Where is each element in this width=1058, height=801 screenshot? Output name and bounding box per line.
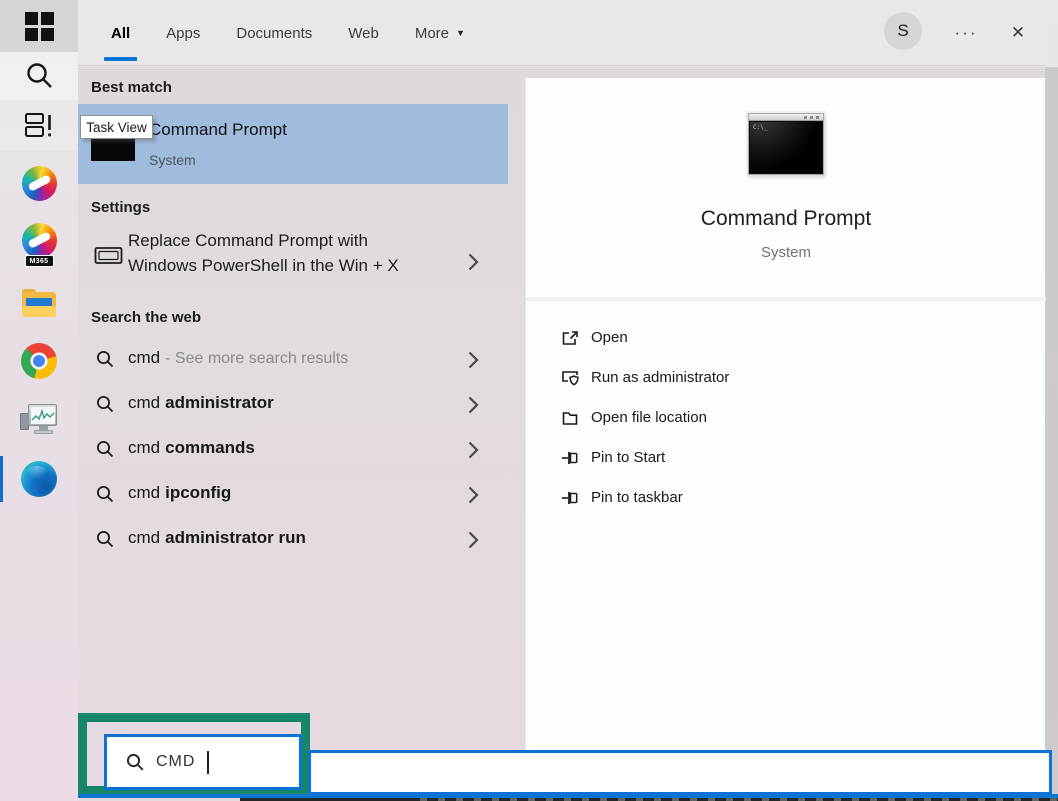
- tab-documents[interactable]: Documents: [235, 1, 313, 66]
- overflow-menu-button[interactable]: ···: [946, 0, 986, 66]
- tab-apps[interactable]: Apps: [165, 1, 201, 66]
- tab-web[interactable]: Web: [347, 1, 380, 66]
- search-input[interactable]: CMD: [104, 734, 302, 790]
- pin-icon: [560, 488, 580, 508]
- filter-tabs: All Apps Documents Web More ▼: [110, 0, 466, 66]
- action-pin-to-taskbar[interactable]: Pin to taskbar: [526, 478, 1046, 518]
- desktop-edge-strip: [1045, 67, 1058, 801]
- chevron-down-icon: ▼: [456, 28, 465, 38]
- chrome-icon: [21, 343, 57, 379]
- avatar[interactable]: S: [884, 12, 922, 50]
- admin-shield-icon: [560, 368, 580, 388]
- action-pin-to-start[interactable]: Pin to Start: [526, 438, 1046, 478]
- file-explorer-icon: [22, 289, 56, 317]
- preview-pane: C:\_ Command Prompt System Open Run as a…: [525, 78, 1045, 801]
- search-icon: [126, 753, 145, 772]
- settings-header: Settings: [91, 199, 150, 216]
- settings-device-icon: [94, 244, 124, 268]
- copilot-button[interactable]: [0, 163, 78, 203]
- web-suggestion-row[interactable]: cmdcommands: [78, 427, 508, 472]
- chevron-right-icon: [468, 486, 479, 504]
- action-run-as-administrator[interactable]: Run as administrator: [526, 358, 1046, 398]
- search-icon: [96, 440, 115, 459]
- best-match-header: Best match: [91, 79, 172, 96]
- search-icon: [96, 530, 115, 549]
- web-suggestion-row[interactable]: cmdadministrator run: [78, 517, 508, 562]
- folder-icon: [560, 408, 580, 428]
- open-icon: [560, 328, 580, 348]
- best-match-title: Command Prompt: [149, 120, 287, 140]
- edge-button[interactable]: [0, 457, 78, 501]
- pin-icon: [560, 448, 580, 468]
- best-match-subtitle: System: [149, 152, 196, 168]
- settings-result[interactable]: Replace Command Prompt with Windows Powe…: [78, 226, 508, 298]
- web-suggestion-row[interactable]: cmdadministrator: [78, 382, 508, 427]
- edge-active-indicator: [0, 456, 3, 502]
- search-web-header: Search the web: [91, 309, 201, 326]
- close-button[interactable]: ✕: [998, 0, 1038, 66]
- chevron-right-icon: [468, 351, 479, 369]
- preview-title: Command Prompt: [526, 207, 1046, 231]
- copilot-icon: [22, 166, 57, 201]
- settings-result-label: Replace Command Prompt with Windows Powe…: [128, 228, 440, 278]
- divider: [526, 297, 1046, 301]
- m365-copilot-icon: [22, 223, 57, 258]
- command-prompt-large-icon: C:\_: [748, 113, 824, 175]
- search-icon: [96, 395, 115, 414]
- results-pane: Best match Command Prompt System Setting…: [78, 67, 525, 801]
- windows-logo-icon: [25, 12, 54, 41]
- search-icon: [24, 61, 54, 91]
- action-open-file-location[interactable]: Open file location: [526, 398, 1046, 438]
- performance-monitor-icon: [20, 404, 58, 436]
- task-view-button[interactable]: [0, 100, 78, 150]
- search-flyout-header: All Apps Documents Web More ▼ S ··· ✕: [78, 0, 1045, 66]
- performance-monitor-button[interactable]: [0, 400, 78, 440]
- file-explorer-button[interactable]: [0, 284, 78, 322]
- tooltip: Task View: [80, 115, 153, 139]
- tab-more[interactable]: More ▼: [414, 1, 466, 66]
- taskbar-search-button[interactable]: [0, 52, 78, 100]
- taskbar: M365: [0, 0, 78, 801]
- chevron-right-icon: [468, 396, 479, 414]
- chevron-right-icon: [468, 253, 479, 271]
- action-open[interactable]: Open: [526, 318, 1046, 358]
- edge-icon: [21, 461, 57, 497]
- web-suggestion-row[interactable]: cmdipconfig: [78, 472, 508, 517]
- m365-badge: M365: [25, 255, 54, 267]
- chevron-right-icon: [468, 441, 479, 459]
- redacted-taskbar-bar: [308, 750, 1052, 795]
- tab-all[interactable]: All: [110, 1, 131, 66]
- search-input-value: CMD: [156, 753, 195, 771]
- search-icon: [96, 350, 115, 369]
- start-button[interactable]: [0, 0, 78, 52]
- chrome-button[interactable]: [0, 341, 78, 381]
- m365-copilot-button[interactable]: M365: [0, 222, 78, 268]
- web-suggestion-row[interactable]: cmd- See more search results: [78, 337, 508, 382]
- task-view-icon: [24, 111, 54, 139]
- preview-subtitle: System: [526, 244, 1046, 261]
- chevron-right-icon: [468, 531, 479, 549]
- search-icon: [96, 485, 115, 504]
- text-caret: [207, 751, 209, 774]
